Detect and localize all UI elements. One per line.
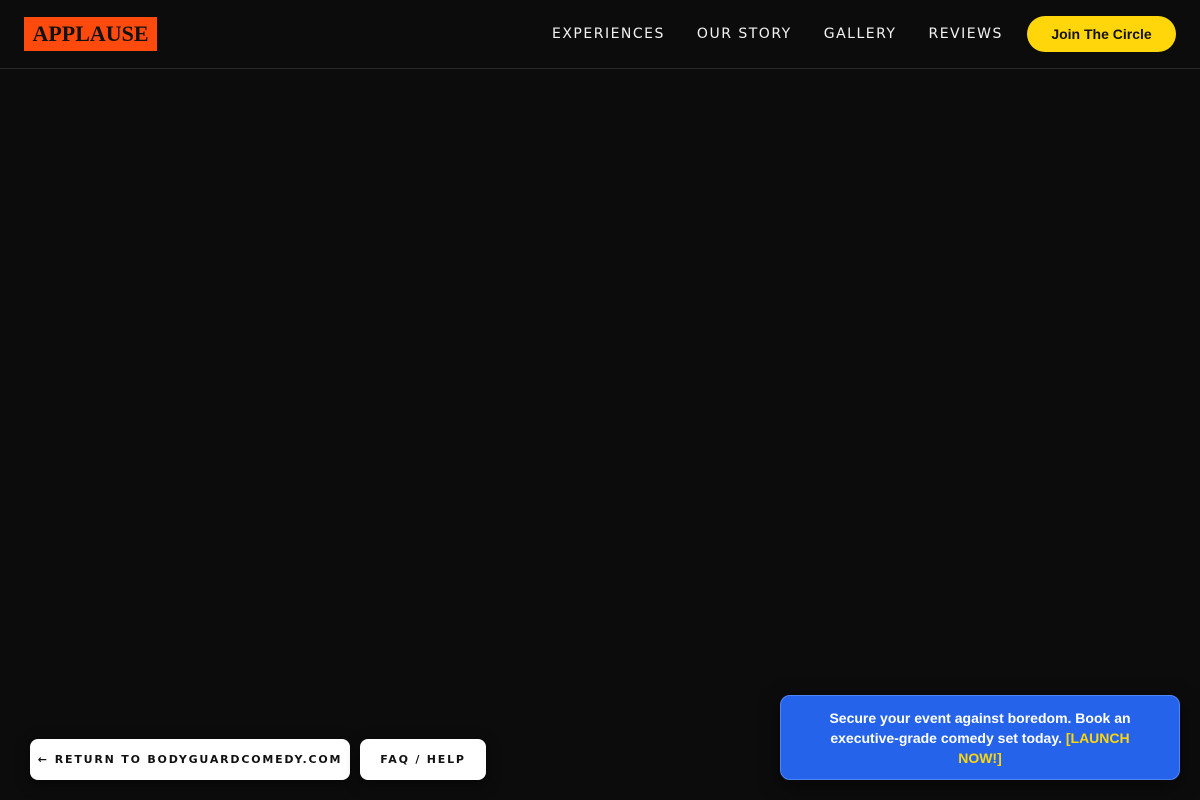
return-to-site-label: RETURN TO BODYGUARDCOMEDY.COM — [54, 753, 343, 766]
arrow-left-icon: ← — [37, 753, 49, 766]
nav-reviews[interactable]: REVIEWS — [928, 26, 1002, 42]
page: APPLAUSE EXPERIENCES OUR STORY GALLERY R… — [0, 0, 1200, 800]
nav-experiences[interactable]: EXPERIENCES — [552, 26, 665, 42]
join-the-circle-button[interactable]: Join The Circle — [1027, 16, 1176, 52]
site-header: APPLAUSE EXPERIENCES OUR STORY GALLERY R… — [0, 0, 1200, 69]
logo[interactable]: APPLAUSE — [24, 17, 157, 51]
faq-help-button[interactable]: FAQ / HELP — [360, 739, 486, 780]
main-content-area — [0, 69, 1200, 800]
return-to-site-button[interactable]: ← RETURN TO BODYGUARDCOMEDY.COM — [30, 739, 350, 780]
nav-our-story[interactable]: OUR STORY — [697, 26, 792, 42]
main-nav: EXPERIENCES OUR STORY GALLERY REVIEWS — [552, 0, 1003, 68]
nav-gallery[interactable]: GALLERY — [824, 26, 897, 42]
promo-banner[interactable]: Secure your event against boredom. Book … — [780, 695, 1180, 780]
